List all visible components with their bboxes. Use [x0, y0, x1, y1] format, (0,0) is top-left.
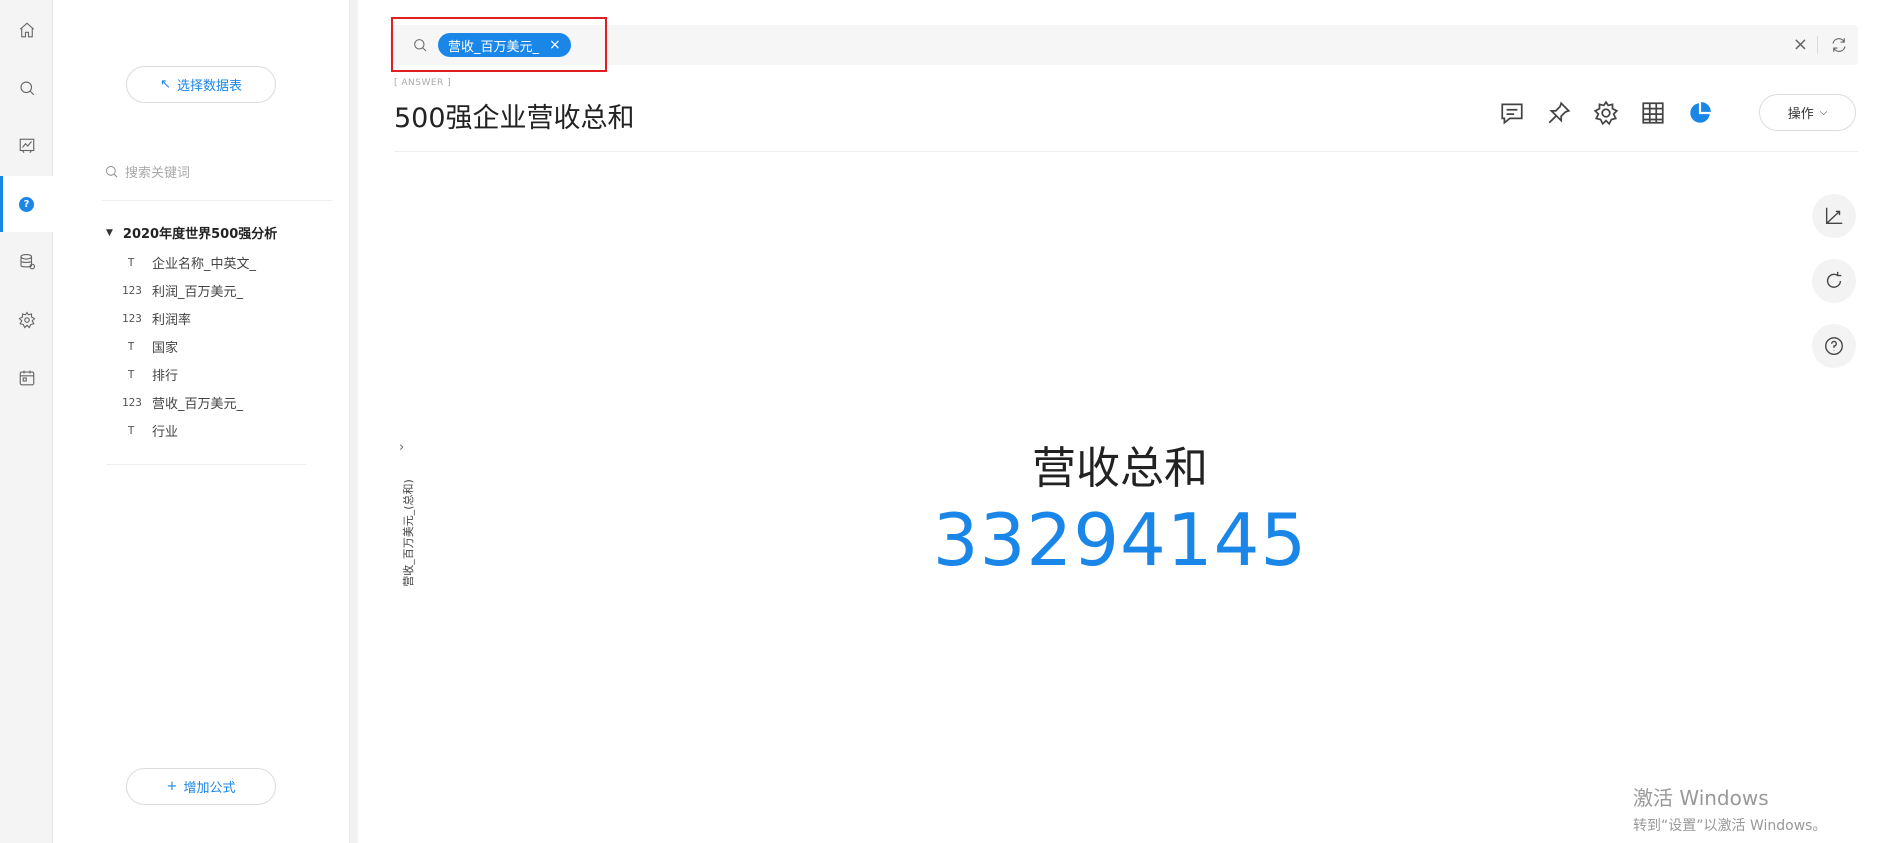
page-title: 500强企业营收总和	[394, 103, 635, 134]
refresh-button[interactable]	[1812, 259, 1856, 303]
settings-button[interactable]	[1592, 99, 1620, 127]
refresh-icon	[1826, 271, 1842, 288]
help-icon: ?	[19, 196, 34, 212]
nav-rail: ?	[0, 0, 53, 843]
kpi-value: 33294145	[932, 498, 1308, 582]
watermark-title: 激活 Windows	[1633, 786, 1769, 810]
field-name: 企业名称_中英文_	[152, 256, 257, 272]
field-item[interactable]: T 行业	[122, 419, 178, 441]
field-name: 利润_百万美元_	[152, 284, 244, 300]
search-icon	[106, 165, 118, 177]
plus-icon: +	[166, 779, 178, 794]
nav-database[interactable]	[0, 234, 53, 290]
chevron-down-icon: ⌵	[1819, 107, 1828, 118]
text-type-icon: T	[127, 423, 135, 437]
field-item[interactable]: 123 营收_百万美元_	[122, 391, 243, 413]
divider	[394, 151, 1858, 152]
answer-tag: [ ANSWER ]	[394, 78, 452, 88]
search-icon	[19, 81, 34, 96]
caret-down-icon: ▼	[106, 227, 113, 238]
table-tree-node[interactable]: ▼ 2020年度世界500强分析	[106, 223, 277, 242]
nav-help[interactable]: ?	[0, 176, 53, 232]
field-item[interactable]: T 国家	[122, 335, 178, 357]
highlight-box	[391, 17, 607, 72]
table-name: 2020年度世界500强分析	[122, 227, 278, 242]
data-panel: ↖ 选择数据表 搜索关键词 ▼ 2020年度世界500强分析 T 企业名称_中英…	[54, 0, 350, 843]
field-name: 国家	[152, 340, 179, 356]
field-item[interactable]: T 企业名称_中英文_	[122, 251, 256, 273]
field-item[interactable]: 123 利润率	[122, 307, 191, 329]
keyword-search[interactable]: 搜索关键词	[104, 158, 329, 184]
number-type-icon: 123	[122, 395, 142, 409]
operations-label: 操作	[1787, 107, 1814, 122]
comment-icon	[1501, 103, 1523, 125]
pie-chart-icon	[1690, 102, 1711, 123]
text-type-icon: T	[127, 255, 135, 269]
axis-button[interactable]	[1812, 194, 1856, 238]
windows-activation-watermark: 激活 Windows 转到“设置”以激活 Windows。	[1633, 782, 1826, 835]
add-formula-label: 增加公式	[183, 781, 236, 796]
main-area: 营收_百万美元_ × × [ ANSWER ] 500强企业营收总和 操作 ⌵ …	[358, 0, 1882, 843]
home-icon	[19, 22, 34, 38]
kpi-label: 营收总和	[1032, 443, 1208, 494]
number-type-icon: 123	[122, 283, 142, 297]
database-icon	[19, 253, 35, 270]
clear-query-icon[interactable]: ×	[1793, 34, 1808, 55]
operations-dropdown[interactable]: 操作 ⌵	[1759, 94, 1856, 131]
panel-gutter	[350, 0, 358, 843]
add-formula-button[interactable]: + 增加公式	[126, 768, 276, 805]
refresh-icon[interactable]	[1830, 36, 1848, 54]
gear-icon	[1593, 100, 1619, 126]
nav-home[interactable]	[0, 2, 53, 58]
nav-dashboard[interactable]	[0, 118, 53, 174]
field-item[interactable]: T 排行	[122, 363, 178, 385]
text-type-icon: T	[127, 367, 135, 381]
nav-calendar[interactable]	[0, 350, 53, 406]
field-name: 利润率	[152, 312, 192, 328]
arrow-up-left-icon: ↖	[160, 77, 171, 92]
divider	[1817, 36, 1818, 54]
select-table-label: 选择数据表	[176, 79, 242, 94]
chart-type-button[interactable]	[1686, 99, 1714, 127]
number-type-icon: 123	[122, 311, 142, 325]
help-button[interactable]	[1812, 324, 1856, 368]
pin-button[interactable]	[1545, 99, 1573, 127]
field-name: 营收_百万美元_	[152, 396, 244, 412]
watermark-subtitle: 转到“设置”以激活 Windows。	[1633, 818, 1827, 834]
nav-settings[interactable]	[0, 292, 53, 348]
field-name: 行业	[152, 424, 179, 440]
text-type-icon: T	[127, 339, 135, 353]
comment-button[interactable]	[1498, 99, 1526, 127]
keyword-search-placeholder: 搜索关键词	[125, 165, 191, 181]
pin-icon	[1548, 101, 1571, 124]
query-bar[interactable]: 营收_百万美元_ × ×	[390, 25, 1858, 65]
table-view-button[interactable]	[1639, 99, 1667, 127]
divider	[102, 200, 332, 201]
app-window: ? ↖ 选择数据表 搜索关键词 ▼ 2020年度世界500强分析 T 企业名称_…	[0, 0, 1882, 843]
field-name: 排行	[152, 368, 179, 384]
field-item[interactable]: 123 利润_百万美元_	[122, 279, 243, 301]
dashboard-icon	[19, 138, 34, 154]
divider	[106, 464, 306, 465]
nav-search[interactable]	[0, 60, 53, 116]
help-icon	[1825, 337, 1843, 355]
table-icon	[1642, 102, 1664, 124]
gear-icon	[18, 311, 35, 329]
axis-icon	[1825, 207, 1843, 225]
calendar-icon	[19, 370, 34, 386]
select-table-button[interactable]: ↖ 选择数据表	[126, 66, 276, 103]
